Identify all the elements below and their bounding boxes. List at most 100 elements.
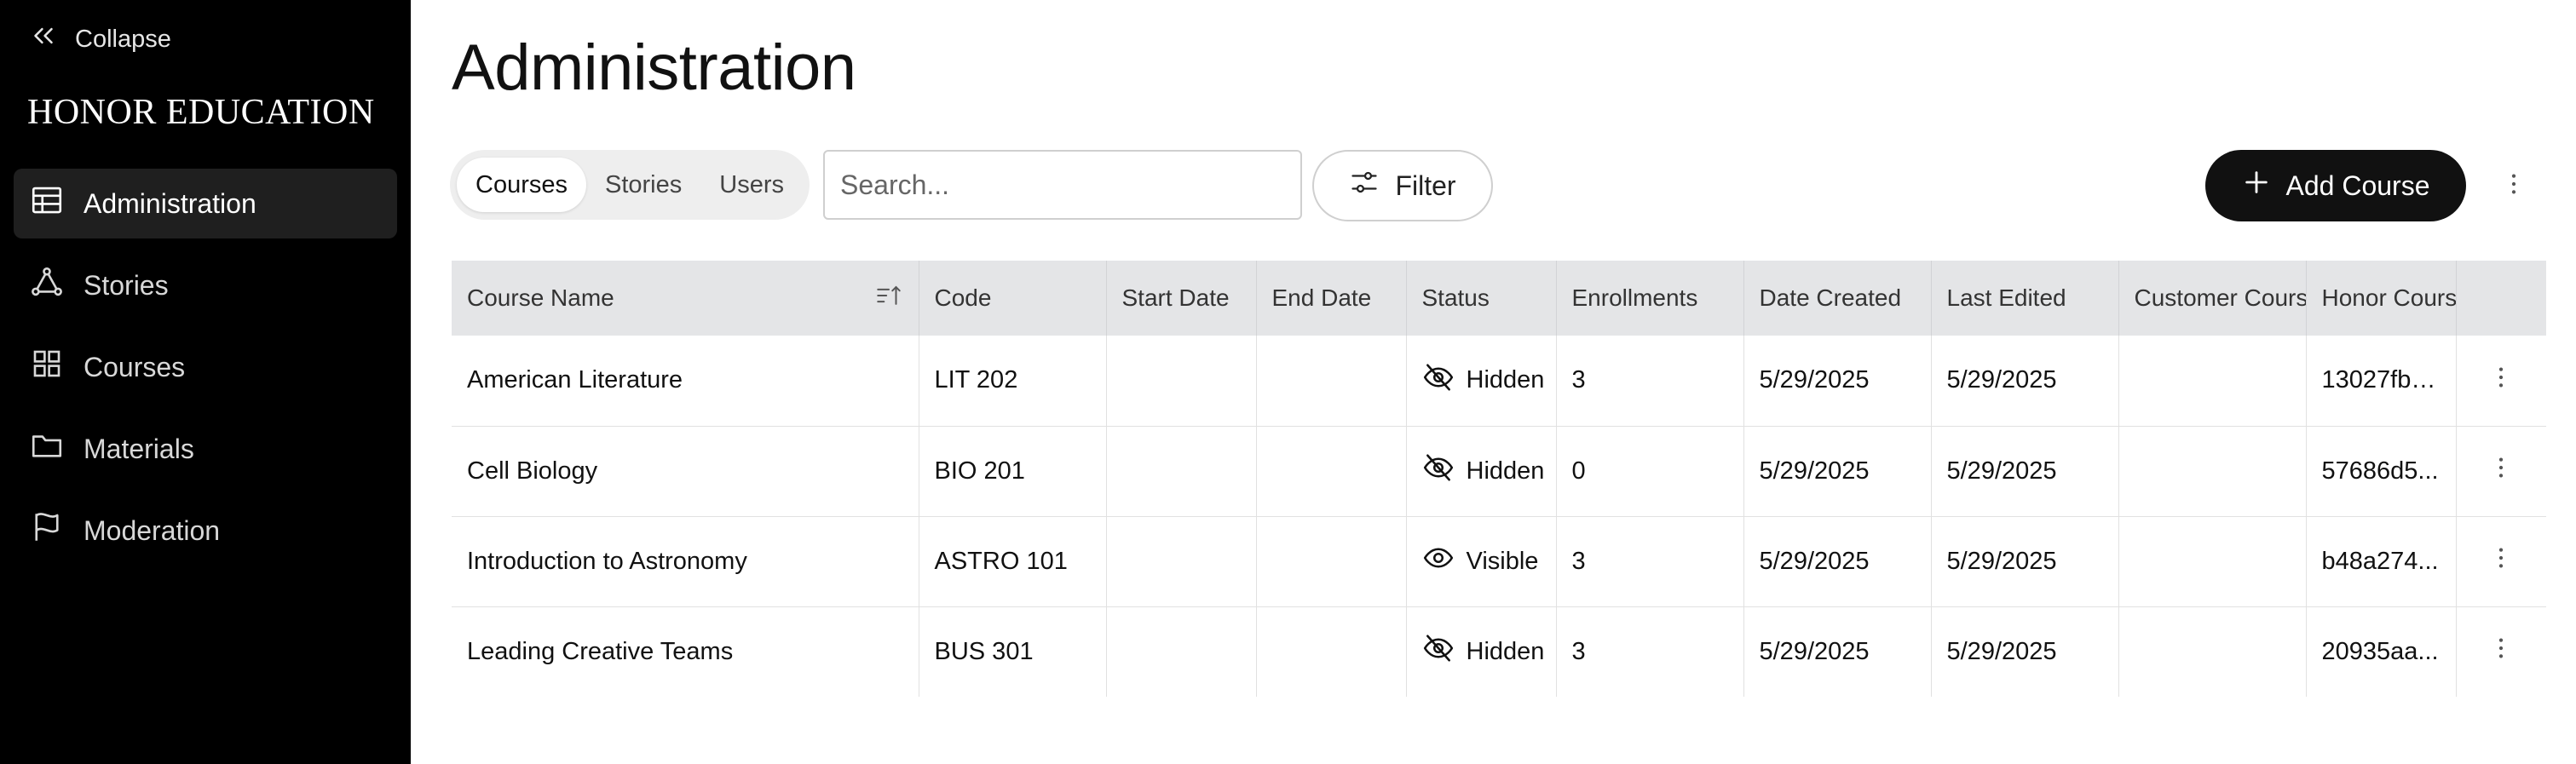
cell-status: Hidden (1406, 426, 1557, 517)
cell-customer-course (2118, 426, 2307, 517)
column-header-honor-course[interactable]: Honor Cours (2306, 261, 2457, 336)
row-menu-button[interactable] (2472, 364, 2532, 398)
table-icon (29, 182, 65, 225)
column-header-last-edited[interactable]: Last Edited (1931, 261, 2119, 336)
cell-start-date (1106, 336, 1257, 427)
cell-customer-course (2118, 606, 2307, 697)
flag-icon (29, 509, 65, 552)
table-row[interactable]: Introduction to Astronomy ASTRO 101 Visi… (452, 516, 2546, 607)
column-header-enrollments[interactable]: Enrollments (1556, 261, 1744, 336)
column-label: Course Name (467, 284, 614, 311)
cell-last-edited: 5/29/2025 (1931, 606, 2119, 697)
status-text: Hidden (1466, 637, 1545, 665)
cell-start-date (1106, 426, 1257, 517)
cell-course-name: Cell Biology (452, 426, 919, 517)
collapse-button[interactable]: Collapse (27, 20, 171, 58)
table-header-row: Course Name Code Start Date End Date Sta… (452, 261, 2546, 336)
table-row[interactable]: American Literature LIT 202 Hidden 3 5/2… (452, 336, 2546, 427)
cell-code: BIO 201 (919, 426, 1107, 517)
sidebar-item-administration[interactable]: Administration (14, 169, 397, 238)
cell-code: BUS 301 (919, 606, 1107, 697)
sidebar: Collapse HONOR EDUCATION Administration … (0, 0, 411, 764)
eye-icon (1422, 542, 1455, 581)
double-chevron-left-icon (27, 20, 60, 59)
grid-icon (29, 346, 65, 388)
cell-code: ASTRO 101 (919, 516, 1107, 607)
row-menu-button[interactable] (2472, 544, 2532, 578)
cell-customer-course (2118, 336, 2307, 427)
cell-course-name: Leading Creative Teams (452, 606, 919, 697)
cell-course-name: American Literature (452, 336, 919, 427)
add-course-label: Add Course (2285, 169, 2430, 201)
cell-status: Hidden (1406, 336, 1557, 427)
kebab-icon (2500, 170, 2527, 202)
tab-stories[interactable]: Stories (586, 158, 700, 212)
cell-customer-course (2118, 516, 2307, 607)
cell-start-date (1106, 606, 1257, 697)
cell-status: Hidden (1406, 606, 1557, 697)
sidebar-item-label: Stories (84, 269, 169, 301)
row-actions (2456, 426, 2546, 517)
sort-ascending-icon[interactable] (874, 281, 903, 316)
search-input[interactable] (823, 150, 1302, 220)
status-text: Hidden (1466, 366, 1545, 394)
row-menu-button[interactable] (2472, 454, 2532, 488)
kebab-icon (2487, 364, 2515, 398)
more-options-button[interactable] (2495, 167, 2533, 204)
sidebar-item-stories[interactable]: Stories (14, 250, 397, 320)
cell-honor-course: 13027fb2... (2306, 336, 2457, 427)
row-actions (2456, 606, 2546, 697)
sidebar-item-moderation[interactable]: Moderation (14, 496, 397, 566)
add-course-button[interactable]: Add Course (2205, 150, 2466, 221)
cell-end-date (1256, 606, 1407, 697)
main-content: Administration Courses Stories Users Fil… (411, 0, 2576, 764)
plus-icon (2242, 168, 2271, 204)
cell-date-created: 5/29/2025 (1743, 516, 1932, 607)
status-text: Visible (1466, 547, 1539, 575)
eye-off-icon (1422, 451, 1455, 491)
row-actions (2456, 336, 2546, 427)
table-row[interactable]: Cell Biology BIO 201 Hidden 0 5/29/2025 … (452, 426, 2546, 517)
filter-button[interactable]: Filter (1312, 150, 1493, 221)
status-text: Hidden (1466, 457, 1545, 485)
sidebar-item-materials[interactable]: Materials (14, 414, 397, 484)
cell-honor-course: 57686d5... (2306, 426, 2457, 517)
collapse-label: Collapse (75, 25, 171, 53)
cell-end-date (1256, 426, 1407, 517)
column-header-customer-course[interactable]: Customer Cours (2118, 261, 2307, 336)
cell-last-edited: 5/29/2025 (1931, 336, 2119, 427)
sidebar-item-label: Moderation (84, 514, 221, 546)
page-title: Administration (452, 32, 856, 104)
cell-course-name: Introduction to Astronomy (452, 516, 919, 607)
row-actions (2456, 516, 2546, 607)
cell-end-date (1256, 336, 1407, 427)
cell-date-created: 5/29/2025 (1743, 426, 1932, 517)
brand-logo: HONOR EDUCATION (27, 93, 375, 132)
column-header-status[interactable]: Status (1406, 261, 1557, 336)
column-header-start-date[interactable]: Start Date (1106, 261, 1257, 336)
network-icon (29, 264, 65, 307)
sidebar-nav: Administration Stories Courses Materials… (14, 169, 397, 577)
tab-users[interactable]: Users (700, 158, 803, 212)
courses-table: Course Name Code Start Date End Date Sta… (452, 261, 2546, 697)
sidebar-item-label: Courses (84, 351, 186, 382)
cell-honor-course: 20935aa... (2306, 606, 2457, 697)
cell-start-date (1106, 516, 1257, 607)
column-header-code[interactable]: Code (919, 261, 1107, 336)
eye-off-icon (1422, 632, 1455, 671)
row-menu-button[interactable] (2472, 635, 2532, 669)
filter-label: Filter (1395, 169, 1456, 201)
tab-courses[interactable]: Courses (457, 158, 586, 212)
kebab-icon (2487, 635, 2515, 669)
cell-status: Visible (1406, 516, 1557, 607)
cell-enrollments: 3 (1556, 606, 1744, 697)
sidebar-item-label: Materials (84, 433, 194, 464)
cell-honor-course: b48a274... (2306, 516, 2457, 607)
sidebar-item-courses[interactable]: Courses (14, 332, 397, 402)
sliders-icon (1349, 167, 1380, 204)
column-header-course-name[interactable]: Course Name (452, 261, 919, 336)
column-header-date-created[interactable]: Date Created (1743, 261, 1932, 336)
table-row[interactable]: Leading Creative Teams BUS 301 Hidden 3 … (452, 606, 2546, 697)
sidebar-item-label: Administration (84, 187, 256, 219)
column-header-end-date[interactable]: End Date (1256, 261, 1407, 336)
